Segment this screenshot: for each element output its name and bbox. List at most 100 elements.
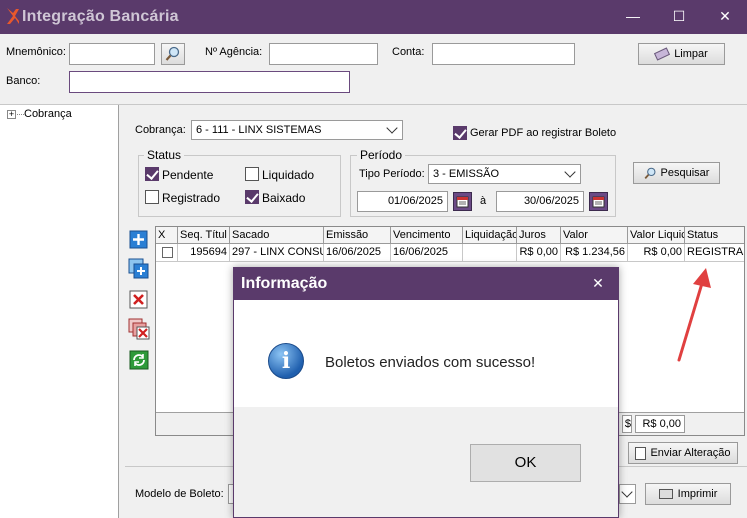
gerar-pdf-label: Gerar PDF ao registrar Boleto: [470, 127, 617, 139]
col-header-seq[interactable]: Seq. Títul: [178, 227, 230, 244]
col-header-liquidacao[interactable]: Liquidação: [463, 227, 517, 244]
mnemonico-search-button[interactable]: [161, 43, 185, 65]
imprimir-label: Imprimir: [677, 488, 718, 500]
col-header-vencimento[interactable]: Vencimento: [391, 227, 463, 244]
registrado-checkbox[interactable]: [145, 190, 159, 204]
banco-label: Banco:: [6, 75, 41, 87]
mnemonico-label: Mnemônico:: [6, 46, 66, 58]
tree-panel: + Cobrança: [0, 105, 119, 518]
modelo-boleto-label: Modelo de Boleto:: [135, 488, 224, 500]
date-to-calendar-button[interactable]: [589, 192, 608, 211]
info-icon: i: [268, 343, 304, 379]
agencia-input[interactable]: [269, 43, 378, 65]
tipo-periodo-selected: 3 - EMISSÃO: [433, 168, 500, 180]
gerar-pdf-checkbox[interactable]: [453, 126, 467, 140]
refresh-icon[interactable]: [128, 349, 150, 371]
table-cell: R$ 1.234,56: [561, 244, 628, 262]
pendente-checkbox[interactable]: [145, 167, 159, 181]
calendar-icon: [592, 196, 605, 208]
conta-label: Conta:: [392, 46, 425, 58]
tree-connector: [17, 114, 24, 115]
add-icon[interactable]: [128, 229, 150, 251]
limpar-button[interactable]: Limpar: [638, 43, 725, 65]
enviar-alteracao-label: Enviar Alteração: [650, 447, 731, 459]
minimize-button[interactable]: —: [610, 0, 656, 34]
tipo-periodo-label: Tipo Período:: [359, 168, 425, 180]
col-header-juros[interactable]: Juros: [517, 227, 561, 244]
liquidado-label: Liquidado: [262, 168, 315, 182]
tree-expand-icon[interactable]: +: [7, 110, 16, 119]
pesquisar-button[interactable]: Pesquisar: [633, 162, 720, 184]
pendente-label: Pendente: [162, 168, 214, 182]
maximize-icon: ☐: [672, 8, 686, 24]
window-title: Integração Bancária: [22, 8, 179, 25]
periodo-legend: Período: [357, 148, 406, 162]
ok-button[interactable]: OK: [470, 444, 581, 482]
dialog-body: i Boletos enviados com sucesso!: [234, 300, 618, 407]
table-cell: 297 - LINX CONSUL: [230, 244, 324, 262]
conta-input[interactable]: [432, 43, 575, 65]
pesquisar-label: Pesquisar: [660, 167, 710, 179]
dialog-title-bar: Informação ✕: [234, 268, 618, 300]
banco-input[interactable]: [69, 71, 350, 93]
col-header-sacado[interactable]: Sacado: [230, 227, 324, 244]
delete-multiple-icon[interactable]: [128, 318, 150, 340]
search-icon: [644, 167, 656, 179]
date-from-input[interactable]: 01/06/2025: [357, 191, 448, 212]
maximize-button[interactable]: ☐: [656, 0, 702, 34]
add-multiple-icon[interactable]: [128, 258, 150, 280]
limpar-label: Limpar: [674, 48, 708, 60]
row-checkbox-cell[interactable]: [156, 244, 178, 262]
table-cell: REGISTRAD: [685, 244, 744, 262]
date-from-calendar-button[interactable]: [453, 192, 472, 211]
col-header-valor[interactable]: Valor: [561, 227, 628, 244]
status-group: [138, 155, 341, 217]
table-cell: R$ 0,00: [628, 244, 685, 262]
date-separator: à: [480, 195, 487, 207]
col-header-status[interactable]: Status: [685, 227, 744, 244]
enviar-alteracao-button[interactable]: Enviar Alteração: [628, 442, 738, 464]
chevron-down-icon: [621, 486, 633, 498]
printer-icon: [658, 489, 673, 500]
close-icon: ✕: [719, 8, 731, 24]
close-icon: ✕: [592, 275, 604, 291]
chevron-down-icon: [386, 122, 398, 134]
row-checkbox[interactable]: [162, 247, 173, 258]
col-header-emissao[interactable]: Emissão: [324, 227, 391, 244]
chevron-down-icon: [564, 166, 576, 178]
search-icon: [165, 46, 180, 61]
mnemonico-input[interactable]: [69, 43, 155, 65]
tree-item-cobranca[interactable]: Cobrança: [24, 108, 72, 120]
baixado-checkbox[interactable]: [245, 190, 259, 204]
calendar-icon: [456, 196, 469, 208]
dialog-title: Informação: [241, 275, 328, 292]
imprimir-button[interactable]: Imprimir: [645, 483, 731, 505]
cobranca-selected: 6 - 111 - LINX SISTEMAS: [196, 124, 322, 136]
edit-document-icon: [635, 446, 647, 460]
liquidado-checkbox[interactable]: [245, 167, 259, 181]
close-button[interactable]: ✕: [702, 0, 747, 34]
table-cell: 16/06/2025: [391, 244, 463, 262]
col-header-x[interactable]: X: [156, 227, 178, 244]
footer-partial-value: $: [622, 415, 632, 433]
cobranca-select[interactable]: 6 - 111 - LINX SISTEMAS: [191, 120, 403, 140]
tipo-periodo-select[interactable]: 3 - EMISSÃO: [428, 164, 581, 184]
dialog-footer: OK: [234, 407, 618, 517]
date-to-input[interactable]: 30/06/2025: [496, 191, 584, 212]
annotation-arrow-icon: [677, 268, 711, 362]
status-legend: Status: [144, 148, 185, 162]
table-cell: 195694: [178, 244, 230, 262]
delete-icon[interactable]: [128, 289, 150, 311]
registrado-label: Registrado: [162, 191, 221, 205]
col-header-valor-liquido[interactable]: Valor Liquic: [628, 227, 685, 244]
dialog-close-button[interactable]: ✕: [578, 268, 618, 300]
title-bar: Integração Bancária — ☐ ✕: [0, 0, 747, 34]
app-logo-icon: [7, 8, 19, 24]
table-cell: 16/06/2025: [324, 244, 391, 262]
eraser-icon: [654, 47, 671, 61]
baixado-label: Baixado: [262, 191, 306, 205]
modelo-boleto-select-end[interactable]: [619, 484, 636, 504]
table-cell: [463, 244, 517, 262]
footer-total-value: R$ 0,00: [635, 415, 685, 433]
minimize-icon: —: [626, 8, 640, 24]
